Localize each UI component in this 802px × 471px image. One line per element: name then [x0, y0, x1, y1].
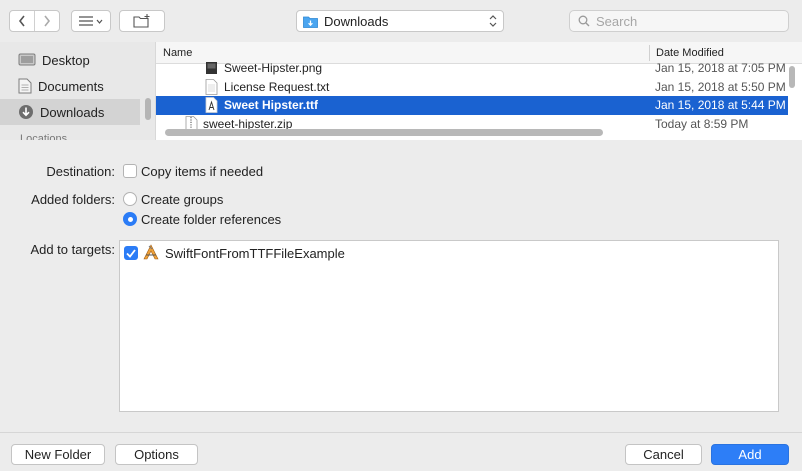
sidebar-scrollbar[interactable]	[145, 98, 151, 120]
target-checkbox[interactable]	[124, 246, 138, 260]
forward-button[interactable]	[34, 11, 59, 31]
desktop-icon	[18, 53, 36, 66]
checkmark-icon	[126, 248, 136, 258]
targets-list: SwiftFontFromTTFFileExample	[119, 240, 779, 412]
file-list: Name Date Modified Sweet-Hipster.png Jan…	[155, 42, 802, 140]
copy-items-checkbox[interactable]	[123, 164, 137, 178]
sidebar-item-label: Desktop	[42, 52, 90, 68]
new-folder-button[interactable]: New Folder	[11, 444, 105, 465]
target-name: SwiftFontFromTTFFileExample	[165, 246, 345, 261]
create-folder-references-radio[interactable]	[123, 212, 137, 226]
navigation-buttons	[9, 10, 60, 32]
font-file-icon	[205, 97, 218, 113]
add-button[interactable]: Add	[711, 444, 789, 465]
file-date: Jan 15, 2018 at 5:50 PM	[655, 80, 786, 94]
file-date: Jan 15, 2018 at 7:05 PM	[655, 61, 786, 75]
table-row[interactable]: Sweet-Hipster.png Jan 15, 2018 at 7:05 P…	[156, 59, 788, 78]
sidebar: Desktop Documents Downloads Locations	[0, 42, 155, 140]
options-button[interactable]: Options	[115, 444, 198, 465]
png-file-icon	[206, 62, 217, 74]
downloads-folder-icon	[303, 16, 318, 28]
bottom-bar: New Folder Options Cancel Add	[0, 432, 802, 471]
create-groups-radio[interactable]	[123, 192, 137, 206]
chevron-right-icon	[44, 15, 51, 27]
sidebar-item-documents[interactable]: Documents	[0, 73, 140, 99]
sidebar-item-label: Downloads	[40, 104, 105, 120]
search-icon	[578, 15, 590, 27]
create-folder-references-label[interactable]: Create folder references	[141, 212, 281, 227]
options-panel: Destination: Copy items if needed Added …	[0, 140, 802, 432]
chevron-down-icon	[96, 19, 103, 24]
back-button[interactable]	[10, 11, 34, 31]
file-name: Sweet Hipster.ttf	[224, 98, 319, 112]
file-list-vertical-scrollbar[interactable]	[789, 66, 795, 88]
destination-label: Destination:	[46, 164, 115, 179]
app-target-icon	[143, 244, 159, 260]
added-folders-label: Added folders:	[31, 192, 115, 207]
text-file-icon	[205, 79, 218, 95]
chevron-left-icon	[18, 15, 25, 27]
table-row-selected[interactable]: Sweet Hipster.ttf Jan 15, 2018 at 5:44 P…	[156, 96, 788, 115]
file-list-horizontal-scrollbar[interactable]	[165, 129, 603, 136]
documents-icon	[18, 78, 32, 94]
new-folder-toolbar-button[interactable]	[119, 10, 165, 32]
view-options-button[interactable]	[71, 10, 111, 32]
target-row[interactable]: SwiftFontFromTTFFileExample	[120, 243, 520, 263]
search-field[interactable]	[569, 10, 789, 32]
sidebar-item-desktop[interactable]: Desktop	[0, 47, 140, 73]
create-groups-label[interactable]: Create groups	[141, 192, 223, 207]
file-name: License Request.txt	[224, 80, 330, 94]
list-view-icon	[79, 16, 93, 26]
sidebar-item-label: Documents	[38, 78, 104, 94]
location-label: Downloads	[324, 13, 389, 29]
new-folder-icon	[133, 14, 150, 28]
file-date: Jan 15, 2018 at 5:44 PM	[655, 98, 786, 112]
cancel-button[interactable]: Cancel	[625, 444, 702, 465]
table-row[interactable]: License Request.txt Jan 15, 2018 at 5:50…	[156, 78, 788, 97]
copy-items-label[interactable]: Copy items if needed	[141, 164, 263, 179]
file-date: Today at 8:59 PM	[655, 117, 749, 131]
toolbar: Downloads	[0, 0, 802, 42]
search-input[interactable]	[596, 13, 776, 29]
downloads-icon	[19, 105, 33, 119]
up-down-chevron-icon	[489, 15, 497, 27]
location-popup[interactable]: Downloads	[296, 10, 504, 32]
file-name: Sweet-Hipster.png	[224, 61, 323, 75]
name-column-header[interactable]: Name	[163, 47, 192, 59]
date-column-header[interactable]: Date Modified	[656, 47, 724, 59]
sidebar-item-downloads[interactable]: Downloads	[0, 99, 140, 125]
add-to-targets-label: Add to targets:	[30, 242, 115, 257]
